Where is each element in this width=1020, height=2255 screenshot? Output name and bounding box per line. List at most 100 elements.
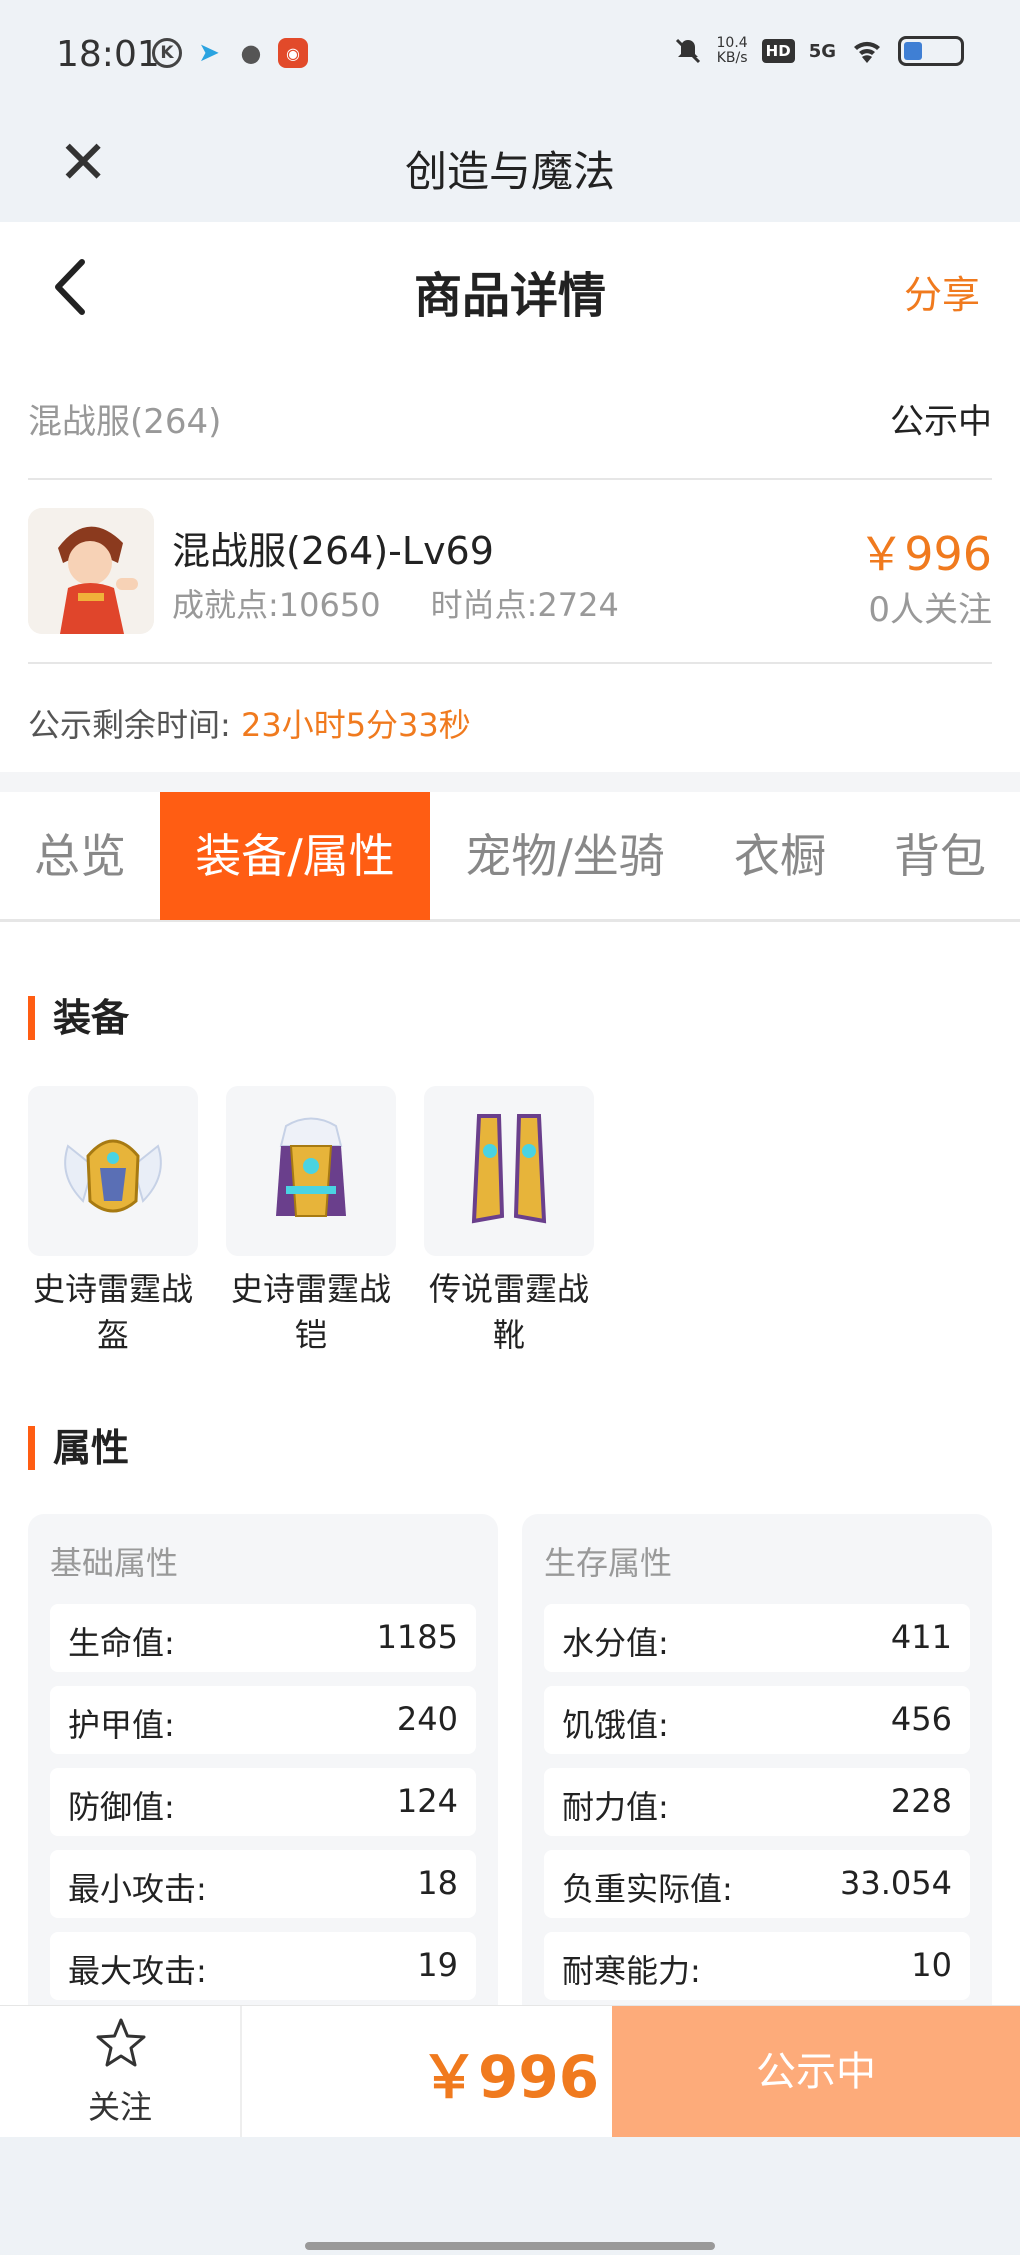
attribute-key: 防御值:: [68, 1788, 175, 1826]
wifi-icon: [854, 41, 880, 63]
nav-area: [0, 2137, 1020, 2255]
page-header: 商品详情 分享: [0, 222, 1020, 352]
attribute-key: 水分值:: [562, 1624, 669, 1662]
telegram-icon: ➤: [198, 38, 220, 68]
equipment-name-line: 盔: [96, 1316, 129, 1354]
notification-icons: K ➤ ● ◉: [152, 38, 308, 68]
attribute-key: 耐力值:: [562, 1788, 669, 1826]
status-time: 18:01: [56, 34, 160, 75]
k-icon: K: [152, 38, 182, 68]
webview-header: ✕ 创造与魔法: [0, 110, 1020, 222]
character-avatar: [28, 508, 154, 634]
character-image: [28, 508, 154, 634]
hd-badge: HD: [761, 39, 795, 63]
equipment-name-line: 靴: [492, 1316, 525, 1354]
attribute-key: 生命值:: [68, 1624, 175, 1662]
follower-count: 0人关注: [868, 590, 992, 630]
home-indicator[interactable]: [305, 2242, 715, 2250]
public-timer: 公示剩余时间: 23小时5分33秒: [28, 700, 471, 746]
attribute-value: 19: [417, 1946, 458, 1984]
attribute-value: 10: [911, 1946, 952, 1984]
attribute-value: 124: [396, 1782, 458, 1820]
product-price: ￥996: [858, 527, 992, 581]
attribute-row: 水分值: 411: [544, 1604, 970, 1672]
webview-title: 创造与魔法: [404, 147, 615, 196]
attribute-key: 耐寒能力:: [562, 1952, 701, 1990]
boots-icon: [424, 1086, 594, 1256]
follow-button[interactable]: 关注: [0, 2006, 242, 2138]
tab-equipment-attributes[interactable]: 装备/属性: [160, 792, 430, 920]
bottom-action-bar: 关注 ￥996 公示中: [0, 2005, 1020, 2138]
attribute-row: 耐力值: 228: [544, 1768, 970, 1836]
server-status: 公示中: [890, 402, 992, 442]
attribute-row: 饥饿值: 456: [544, 1686, 970, 1754]
speed-unit: KB/s: [716, 50, 748, 66]
follow-label: 关注: [87, 2088, 152, 2126]
server-row: 混战服(264) 公示中: [28, 352, 992, 480]
battery-icon: [898, 36, 964, 66]
equipment-section-title: 装备: [28, 996, 129, 1040]
speed-value: 10.4: [716, 35, 748, 51]
attribute-row: 最大攻击: 19: [50, 1932, 476, 2000]
product-name: 混战服(264)-Lv69: [172, 529, 494, 573]
armor-icon: [226, 1086, 396, 1256]
attribute-row: 护甲值: 240: [50, 1686, 476, 1754]
bottom-price: ￥996: [420, 2043, 600, 2111]
tab-overview[interactable]: 总览: [0, 792, 160, 920]
attribute-value: 456: [890, 1700, 952, 1738]
network-speed: 10.4 KB/s: [717, 36, 748, 66]
wechat-icon: ●: [240, 39, 262, 67]
attribute-key: 饥饿值:: [562, 1706, 669, 1744]
app-icon: ◉: [278, 38, 308, 68]
equipment-name-line: 史诗雷霆战: [230, 1270, 391, 1308]
attribute-key: 最小攻击:: [68, 1870, 207, 1908]
achievement-points: 成就点:10650: [172, 586, 381, 624]
tab-wardrobe[interactable]: 衣橱: [700, 792, 860, 920]
status-bar: 18:01 K ➤ ● ◉ 10.4 KB/s HD 5G: [0, 0, 1020, 110]
attribute-row: 最小攻击: 18: [50, 1850, 476, 1918]
attribute-row: 耐寒能力: 10: [544, 1932, 970, 2000]
survival-attributes-title: 生存属性: [544, 1544, 673, 1582]
attribute-value: 18: [417, 1864, 458, 1902]
attribute-row: 负重实际值: 33.054: [544, 1850, 970, 1918]
equipment-item[interactable]: 传说雷霆战 靴: [424, 1086, 594, 1358]
attribute-key: 负重实际值:: [562, 1870, 733, 1908]
attribute-value: 411: [890, 1618, 952, 1656]
attribute-key: 护甲值:: [68, 1706, 175, 1744]
star-icon: [96, 2018, 146, 2067]
equipment-name: 史诗雷霆战 铠: [226, 1266, 396, 1358]
equipment-name: 史诗雷霆战 盔: [28, 1266, 198, 1358]
attribute-value: 228: [890, 1782, 952, 1820]
product-row[interactable]: 混战服(264)-Lv69 成就点:10650 时尚点:2724 ￥996 0人关…: [28, 480, 992, 664]
equipment-item[interactable]: 史诗雷霆战 盔: [28, 1086, 198, 1358]
attribute-row: 防御值: 124: [50, 1768, 476, 1836]
basic-attributes-title: 基础属性: [50, 1544, 179, 1582]
public-status-button[interactable]: 公示中: [612, 2006, 1020, 2138]
content: 混战服(264) 公示中 混战服(264)-Lv69 成就点:10650 时尚点:…: [0, 352, 1020, 2005]
attribute-value: 1185: [376, 1618, 458, 1656]
equipment-item[interactable]: 史诗雷霆战 铠: [226, 1086, 396, 1358]
attribute-value: 33.054: [840, 1864, 952, 1902]
network-type: 5G: [808, 40, 836, 62]
attributes-section-title: 属性: [28, 1426, 129, 1470]
timer-value: 23小时5分33秒: [240, 706, 471, 744]
server-name: 混战服(264): [28, 402, 222, 442]
timer-label: 公示剩余时间:: [28, 706, 231, 744]
equipment-name-line: 铠: [294, 1316, 327, 1354]
system-icons: 10.4 KB/s HD 5G: [673, 36, 964, 66]
equipment-name-line: 传说雷霆战: [428, 1270, 589, 1308]
fashion-points: 时尚点:2724: [430, 586, 619, 624]
attribute-key: 最大攻击:: [68, 1952, 207, 1990]
page-title: 商品详情: [413, 268, 606, 324]
tab-backpack[interactable]: 背包: [860, 792, 1020, 920]
tab-pets-mounts[interactable]: 宠物/坐骑: [430, 792, 700, 920]
basic-attributes-panel: 基础属性 生命值: 1185 护甲值: 240 防御值: 124 最小攻击: 18 最大…: [28, 1514, 498, 2005]
share-button[interactable]: 分享: [904, 264, 980, 319]
survival-attributes-panel: 生存属性 水分值: 411 饥饿值: 456 耐力值: 228 负重实际值: 33.05…: [522, 1514, 992, 2005]
tab-bar: 总览 装备/属性 宠物/坐骑 衣橱 背包: [0, 792, 1020, 922]
helmet-icon: [28, 1086, 198, 1256]
equipment-name-line: 史诗雷霆战: [32, 1270, 193, 1308]
attribute-row: 生命值: 1185: [50, 1604, 476, 1672]
product-meta: 成就点:10650 时尚点:2724: [172, 580, 619, 626]
attribute-value: 240: [396, 1700, 458, 1738]
